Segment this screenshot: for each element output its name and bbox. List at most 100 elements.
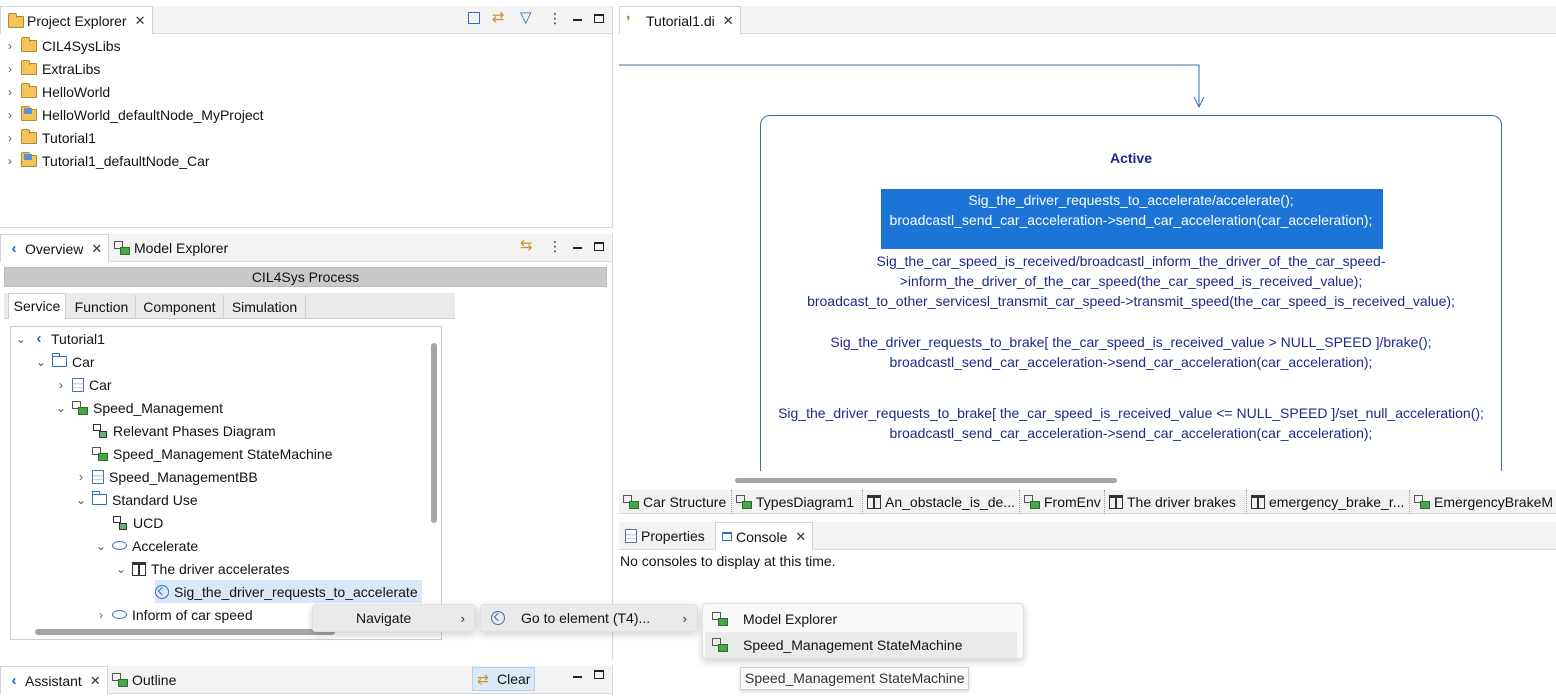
project-item-label: Tutorial1 bbox=[42, 129, 96, 146]
view-menu-icon[interactable]: ⋮ bbox=[548, 239, 562, 253]
project-item[interactable]: › HelloWorld bbox=[4, 80, 110, 103]
tab-overview[interactable]: ‹ Overview ✕ bbox=[0, 234, 110, 262]
diagram-tab[interactable]: EmergencyBrakeM bbox=[1410, 490, 1556, 514]
link-editor-icon[interactable]: ⇄ bbox=[492, 10, 508, 26]
chevron-down-icon[interactable]: ⌄ bbox=[95, 539, 107, 553]
maximize-icon[interactable] bbox=[594, 241, 604, 251]
console-icon bbox=[722, 532, 732, 541]
chevron-right-icon[interactable]: › bbox=[4, 131, 16, 145]
minimize-icon[interactable] bbox=[573, 675, 582, 678]
clear-button[interactable]: ⇄ Clear bbox=[472, 667, 536, 691]
chevron-down-icon[interactable]: ⌄ bbox=[115, 562, 127, 576]
filter-icon[interactable]: ▽ bbox=[520, 10, 536, 26]
chevron-right-icon[interactable]: › bbox=[75, 470, 87, 484]
minimize-icon[interactable] bbox=[573, 19, 582, 21]
chevron-down-icon[interactable]: ⌄ bbox=[75, 493, 87, 507]
tab-outline[interactable]: Outline bbox=[106, 666, 182, 694]
menu-item-model-explorer[interactable]: Model Explorer bbox=[703, 606, 1023, 632]
tree-item-standard-use[interactable]: ⌄ Standard Use bbox=[75, 488, 198, 511]
close-icon[interactable]: ✕ bbox=[91, 241, 102, 257]
project-item[interactable]: › HelloWorld_defaultNode_MyProject bbox=[4, 103, 264, 126]
tab-model-explorer[interactable]: Model Explorer bbox=[108, 234, 234, 262]
tree-item-label: The driver accelerates bbox=[151, 560, 290, 577]
chevron-down-icon[interactable]: ⌄ bbox=[55, 401, 67, 415]
tree-item-signal-selected[interactable]: Sig_the_driver_requests_to_accelerate bbox=[155, 580, 422, 603]
chevron-down-icon[interactable]: ⌄ bbox=[15, 332, 27, 346]
tab-project-explorer[interactable]: Project Explorer ✕ bbox=[0, 6, 153, 34]
state-title: Active bbox=[1109, 150, 1153, 166]
close-icon[interactable]: ✕ bbox=[723, 13, 734, 29]
close-icon[interactable]: ✕ bbox=[90, 673, 101, 689]
chevron-right-icon[interactable]: › bbox=[4, 154, 16, 168]
diagram-tab[interactable]: emergency_brake_r... bbox=[1247, 490, 1410, 514]
chevron-right-icon[interactable]: › bbox=[4, 85, 16, 99]
diagram-tab[interactable]: The driver brakes bbox=[1105, 490, 1247, 514]
tree-item-driver-accelerates[interactable]: ⌄ The driver accelerates bbox=[115, 557, 290, 580]
project-item[interactable]: › CIL4SysLibs bbox=[4, 34, 121, 57]
project-item[interactable]: › Tutorial1 bbox=[4, 126, 96, 149]
chevron-down-icon[interactable]: ⌄ bbox=[35, 355, 47, 369]
tree-item-car-block[interactable]: › Car bbox=[55, 373, 112, 396]
tree-horizontal-scrollbar[interactable] bbox=[35, 629, 335, 635]
diagram-tab[interactable]: TypesDiagram1 bbox=[732, 490, 863, 514]
assistant-tabbar: ‹ Assistant ✕ Outline ⇄ Clear bbox=[0, 666, 612, 694]
sync-icon[interactable]: ⇆ bbox=[520, 238, 536, 254]
tab-function[interactable]: Function bbox=[68, 295, 136, 319]
tab-service[interactable]: Service bbox=[8, 293, 66, 319]
chevron-right-icon[interactable]: › bbox=[4, 39, 16, 53]
ucd-icon bbox=[112, 515, 128, 531]
tree-item-label: Standard Use bbox=[112, 491, 198, 508]
tree-item-relevant-phases[interactable]: Relevant Phases Diagram bbox=[75, 419, 276, 442]
chevron-right-icon[interactable]: › bbox=[4, 108, 16, 122]
menu-item-go-to-element[interactable]: Go to element (T4)... › bbox=[481, 605, 697, 631]
diagram-tabs: Car Structure TypesDiagram1 An_obstacle_… bbox=[619, 490, 1556, 514]
tab-assistant[interactable]: ‹ Assistant ✕ bbox=[0, 666, 108, 694]
project-item[interactable]: › ExtraLibs bbox=[4, 57, 100, 80]
tab-tutorial1-di[interactable]: ❜ Tutorial1.di ✕ bbox=[619, 6, 741, 34]
diagram-canvas[interactable]: Active Sig_the_driver_requests_to_accele… bbox=[619, 35, 1556, 471]
project-explorer-toolbar: ⇄ ▽ ⋮ bbox=[468, 10, 604, 26]
maximize-icon[interactable] bbox=[594, 13, 604, 23]
diagram-horizontal-scrollbar[interactable] bbox=[735, 478, 1117, 483]
diagram-icon bbox=[92, 423, 108, 439]
tab-assistant-label: Assistant bbox=[25, 672, 82, 689]
close-icon[interactable]: ✕ bbox=[135, 13, 146, 29]
minimize-icon[interactable] bbox=[573, 247, 582, 249]
tree-item-ucd[interactable]: UCD bbox=[95, 511, 163, 534]
maximize-icon[interactable] bbox=[594, 670, 604, 679]
chevron-right-icon[interactable]: › bbox=[95, 608, 107, 622]
tree-item-tutorial1[interactable]: ⌄ ‹ Tutorial1 bbox=[15, 327, 105, 350]
chevron-right-icon[interactable]: › bbox=[55, 378, 67, 392]
diagram-tab[interactable]: An_obstacle_is_de... bbox=[863, 490, 1020, 514]
tree-item-accelerate[interactable]: ⌄ Accelerate bbox=[95, 534, 198, 557]
tree-item-inform-car-speed[interactable]: › Inform of car speed bbox=[95, 603, 253, 626]
project-explorer-tabbar: Project Explorer ✕ ⇄ ▽ ⋮ bbox=[0, 6, 612, 34]
tree-vertical-scrollbar[interactable] bbox=[431, 343, 437, 523]
menu-item-statemachine[interactable]: Speed_Management StateMachine bbox=[705, 632, 1017, 658]
tree-item-speed-management[interactable]: ⌄ Speed_Management bbox=[55, 396, 223, 419]
diagram-tab[interactable]: Car Structure bbox=[619, 490, 732, 514]
tree-item-label: Car bbox=[89, 376, 112, 393]
project-item[interactable]: › Tutorial1_defaultNode_Car bbox=[4, 149, 210, 172]
menu-item-label: Go to element (T4)... bbox=[521, 610, 651, 626]
tree-item-car-folder[interactable]: ⌄ Car bbox=[35, 350, 95, 373]
tree-item-speed-management-bb[interactable]: › Speed_ManagementBB bbox=[75, 465, 258, 488]
statemachine-icon bbox=[92, 446, 108, 461]
close-icon[interactable]: ✕ bbox=[795, 529, 806, 545]
chevron-right-icon: › bbox=[682, 610, 687, 626]
editor-pane: ❜ Tutorial1.di ✕ Active Sig_the_driver_r… bbox=[619, 6, 1556, 516]
collapse-all-icon[interactable] bbox=[468, 12, 480, 24]
signal-icon bbox=[491, 611, 505, 625]
tab-properties[interactable]: Properties bbox=[619, 522, 711, 550]
diagram-tab[interactable]: FromEnv bbox=[1020, 490, 1105, 514]
state-active[interactable]: Active Sig_the_driver_requests_to_accele… bbox=[760, 115, 1502, 471]
tree-item-statemachine[interactable]: Speed_Management StateMachine bbox=[75, 442, 332, 465]
transition-connector[interactable] bbox=[619, 35, 1556, 115]
tab-simulation[interactable]: Simulation bbox=[224, 295, 306, 319]
sequence-icon bbox=[867, 495, 881, 509]
tab-component[interactable]: Component bbox=[136, 295, 224, 319]
view-menu-icon[interactable]: ⋮ bbox=[548, 11, 562, 25]
tab-console[interactable]: Console ✕ bbox=[715, 522, 814, 550]
chevron-right-icon[interactable]: › bbox=[4, 62, 16, 76]
menu-item-navigate[interactable]: Navigate › bbox=[313, 605, 475, 631]
